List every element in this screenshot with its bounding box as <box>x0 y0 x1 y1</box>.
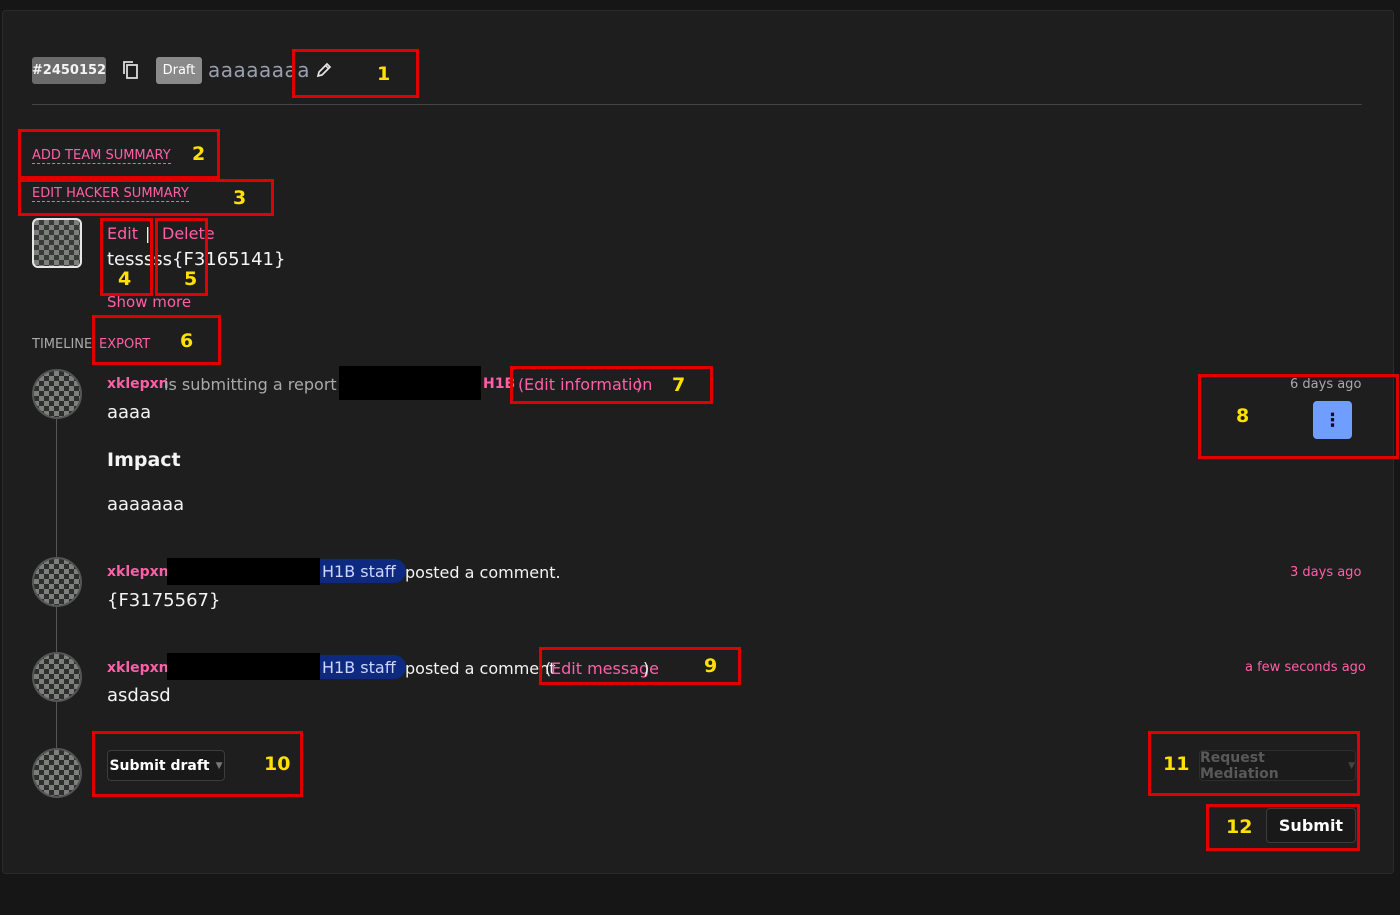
annotation-number: 5 <box>184 268 198 290</box>
annotation-box <box>1198 374 1399 459</box>
redacted-program-name <box>339 366 481 400</box>
comment-body: {F3175567} <box>107 590 221 611</box>
annotation-number: 3 <box>233 187 247 209</box>
annotation-number: 12 <box>1226 816 1253 838</box>
timeline-avatar <box>32 557 82 607</box>
annotation-number: 4 <box>118 268 132 290</box>
copy-icon[interactable] <box>120 59 142 81</box>
comment-body: asdasd <box>107 685 171 706</box>
report-id-badge: #2450152 <box>32 57 106 84</box>
annotation-number: 9 <box>704 655 718 677</box>
report-body: aaaa <box>107 402 152 423</box>
staff-badge: H1B staff <box>320 559 406 583</box>
header-divider <box>32 104 1362 105</box>
annotation-number: 11 <box>1163 753 1190 775</box>
impact-heading: Impact <box>107 449 181 471</box>
annotation-box <box>292 49 419 98</box>
annotation-box <box>18 129 220 179</box>
action-text: posted a comment. <box>405 563 561 582</box>
annotation-number: 10 <box>264 753 291 775</box>
annotation-number: 8 <box>1236 405 1250 427</box>
timeline-avatar <box>32 652 82 702</box>
annotation-box <box>92 315 221 365</box>
annotation-number: 2 <box>192 143 206 165</box>
timeline-avatar <box>32 748 82 798</box>
redacted-user-name <box>167 558 320 585</box>
action-text: is submitting a report to <box>164 375 358 394</box>
timestamp: 3 days ago <box>1290 565 1362 580</box>
username-link[interactable]: xklepxn <box>107 564 169 580</box>
staff-badge: H1B staff <box>320 655 406 679</box>
annotation-number: 6 <box>180 330 194 352</box>
username-link[interactable]: xklepxn <box>107 660 169 676</box>
impact-body: aaaaaaa <box>107 494 185 515</box>
timeline-avatar <box>32 369 82 419</box>
timestamp: a few seconds ago <box>1245 660 1366 675</box>
username-link[interactable]: xklepxn <box>107 376 169 392</box>
redacted-user-name <box>167 653 320 680</box>
action-text: posted a comment <box>405 659 556 678</box>
annotation-box <box>155 218 208 296</box>
hacker-avatar <box>32 218 82 268</box>
draft-status-badge: Draft <box>156 57 202 84</box>
annotation-number: 7 <box>672 374 686 396</box>
annotation-number: 1 <box>377 63 391 85</box>
timeline-label: TIMELINE <box>32 337 93 352</box>
